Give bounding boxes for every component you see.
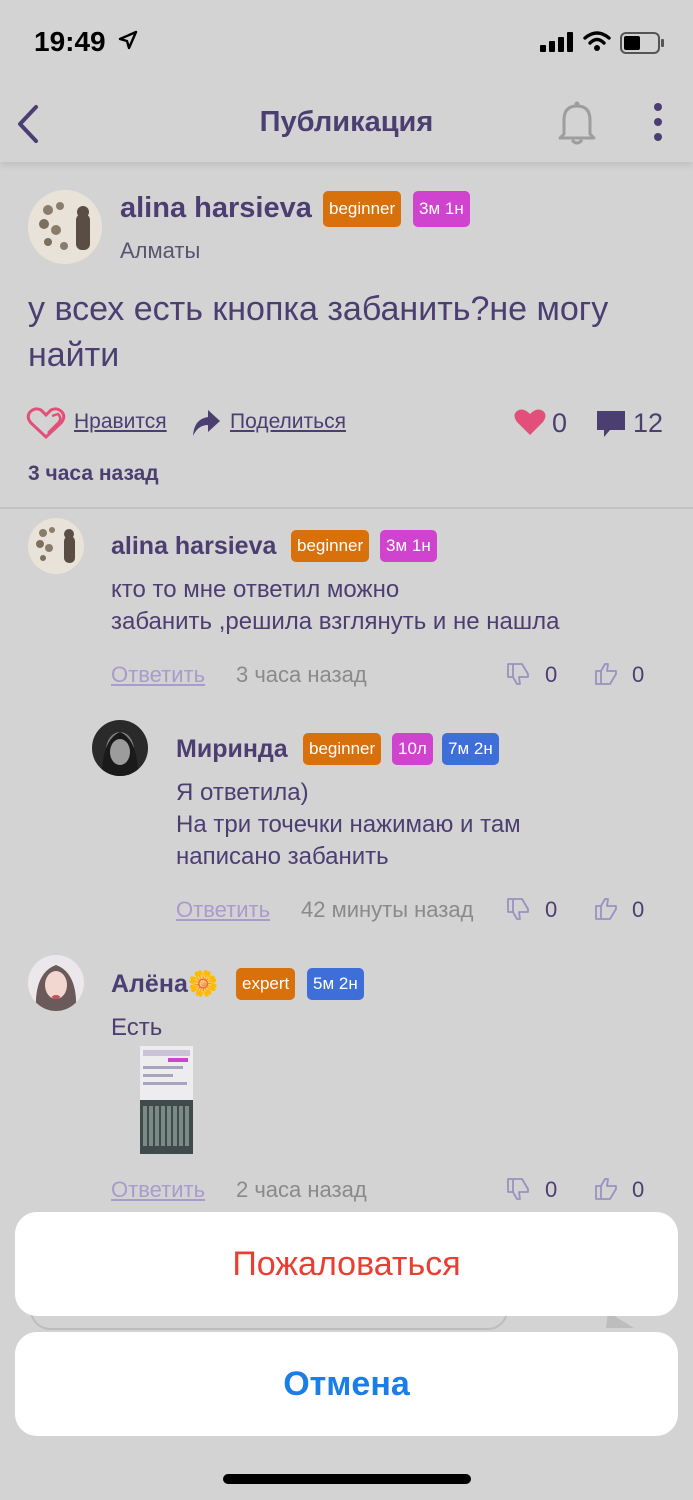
like-count: 0 bbox=[632, 1177, 645, 1202]
more-vertical-icon[interactable] bbox=[650, 100, 666, 144]
attachment-text-line bbox=[143, 1066, 183, 1069]
avatar[interactable] bbox=[92, 720, 148, 776]
share-button[interactable]: Поделиться bbox=[230, 410, 346, 434]
post-likes-count: 0 bbox=[552, 408, 568, 438]
membership-badge: 5м 2н bbox=[307, 968, 364, 1000]
comment-author-name[interactable]: alina harsieva bbox=[111, 532, 276, 561]
age-badge: 3м 1н bbox=[380, 530, 437, 562]
avatar[interactable] bbox=[28, 190, 102, 264]
comment-text: кто то мне ответил можно забанить ,решил… bbox=[111, 576, 560, 635]
reply-button[interactable]: Ответить bbox=[176, 897, 270, 923]
membership-badge: 7м 2н bbox=[442, 733, 499, 765]
location-arrow-icon bbox=[118, 30, 138, 50]
level-badge: expert bbox=[236, 968, 296, 1000]
level-badge: beginner bbox=[323, 191, 402, 227]
post-city: Алматы bbox=[120, 238, 201, 263]
cancel-button[interactable]: Отмена bbox=[15, 1332, 678, 1436]
dislike-count: 0 bbox=[545, 897, 558, 922]
status-time: 19:49 bbox=[34, 26, 106, 57]
avatar-image bbox=[28, 190, 102, 264]
level-badge: beginner bbox=[291, 530, 370, 562]
dislike-icon[interactable] bbox=[506, 662, 530, 686]
cellular-signal-icon bbox=[540, 32, 573, 52]
comment-author-name[interactable]: Алёна🌼 bbox=[111, 970, 219, 999]
heart-outline-icon[interactable] bbox=[26, 406, 66, 440]
dislike-icon[interactable] bbox=[506, 897, 530, 921]
attached-screenshot[interactable] bbox=[140, 1046, 193, 1154]
divider bbox=[0, 507, 693, 509]
status-bar: 19:49 bbox=[0, 0, 693, 86]
post-timestamp: 3 часа назад bbox=[28, 462, 159, 485]
avatar[interactable] bbox=[28, 518, 84, 574]
avatar-image bbox=[92, 720, 148, 776]
wifi-icon bbox=[583, 31, 611, 51]
like-count: 0 bbox=[632, 897, 645, 922]
heart-filled-icon bbox=[514, 409, 546, 435]
like-icon[interactable] bbox=[594, 897, 618, 921]
comment-timestamp: 3 часа назад bbox=[236, 662, 367, 687]
like-button[interactable]: Нравится bbox=[74, 410, 167, 434]
bell-icon[interactable] bbox=[556, 100, 598, 146]
share-icon[interactable] bbox=[190, 408, 222, 438]
like-icon[interactable] bbox=[594, 1177, 618, 1201]
attachment-tag bbox=[168, 1058, 188, 1062]
reply-button[interactable]: Ответить bbox=[111, 1177, 205, 1203]
age-badge: 10л bbox=[392, 733, 433, 765]
like-count: 0 bbox=[632, 662, 645, 687]
avatar-image bbox=[28, 518, 84, 574]
home-indicator bbox=[223, 1474, 471, 1484]
reply-button[interactable]: Ответить bbox=[111, 662, 205, 688]
comment-text: Я ответила) На три точечки нажимаю и там… bbox=[176, 779, 521, 870]
post-text: у всех есть кнопка забанить?не могу найт… bbox=[28, 290, 609, 374]
comment-text: Есть bbox=[111, 1014, 163, 1041]
age-badge: 3м 1н bbox=[413, 191, 470, 227]
report-button[interactable]: Пожаловаться bbox=[15, 1212, 678, 1316]
dislike-count: 0 bbox=[545, 1177, 558, 1202]
level-badge: beginner bbox=[303, 733, 382, 765]
top-nav-bar: Публикация bbox=[0, 86, 693, 162]
comment-timestamp: 42 минуты назад bbox=[301, 897, 474, 922]
like-icon[interactable] bbox=[594, 662, 618, 686]
comment-icon bbox=[597, 411, 625, 437]
comment-author-name[interactable]: Миринда bbox=[176, 735, 288, 764]
attachment-keys bbox=[143, 1106, 190, 1146]
post-comments-count: 12 bbox=[633, 408, 664, 438]
avatar-image bbox=[28, 955, 84, 1011]
avatar[interactable] bbox=[28, 955, 84, 1011]
attachment-header bbox=[143, 1050, 190, 1056]
dislike-count: 0 bbox=[545, 662, 558, 687]
post-author-name[interactable]: alina harsieva bbox=[120, 192, 312, 225]
attachment-text-line bbox=[143, 1082, 187, 1085]
comment-timestamp: 2 часа назад bbox=[236, 1177, 367, 1202]
battery-icon bbox=[620, 32, 664, 54]
attachment-text-line bbox=[143, 1074, 173, 1077]
dislike-icon[interactable] bbox=[506, 1177, 530, 1201]
